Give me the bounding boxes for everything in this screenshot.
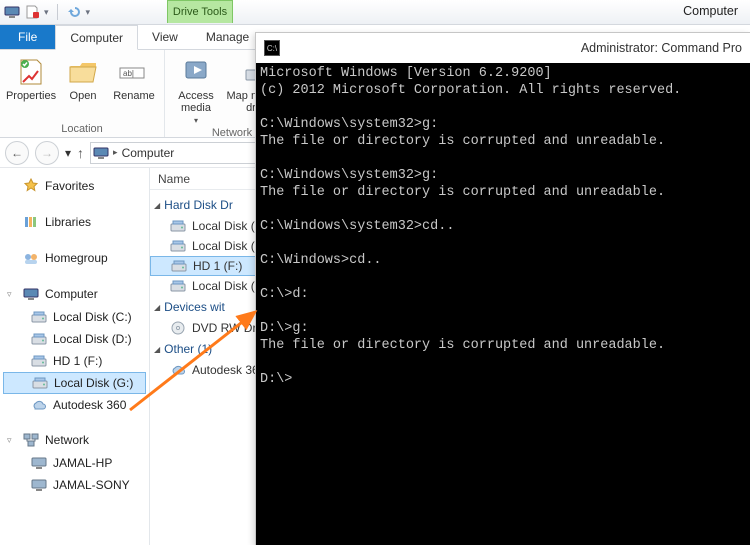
homegroup-icon: [23, 250, 39, 266]
manage-tab[interactable]: Manage: [192, 25, 263, 49]
window-title: Computer: [683, 4, 738, 18]
rename-icon: ab|: [118, 56, 150, 88]
up-button[interactable]: ↑: [77, 145, 84, 161]
network-icon: [23, 432, 39, 448]
drive-icon: [170, 238, 186, 254]
nav-network-item[interactable]: JAMAL-HP: [3, 452, 146, 474]
libraries-icon: [23, 214, 39, 230]
quick-access-toolbar: ▾ ▾ Drive Tools Computer: [0, 0, 750, 25]
computer-tab[interactable]: Computer: [55, 25, 138, 50]
properties-icon: [15, 56, 47, 88]
network-node[interactable]: ▿ Network: [3, 428, 146, 452]
folder-open-icon: [67, 56, 99, 88]
disc-icon: [170, 320, 186, 336]
computer-icon: [93, 145, 109, 161]
drive-icon: [171, 258, 187, 274]
pc-icon: [31, 455, 47, 471]
drive-icon: [170, 278, 186, 294]
nav-drive-item[interactable]: Local Disk (C:): [3, 306, 146, 328]
computer-icon[interactable]: [4, 4, 20, 20]
favorites-node[interactable]: Favorites: [3, 174, 146, 198]
properties-icon[interactable]: [24, 4, 40, 20]
libraries-node[interactable]: Libraries: [3, 210, 146, 234]
command-prompt-output[interactable]: Microsoft Windows [Version 6.2.9200] (c)…: [256, 63, 750, 545]
file-tab[interactable]: File: [0, 25, 55, 49]
back-button[interactable]: ←: [5, 141, 29, 165]
command-prompt-window: C:\ Administrator: Command Pro Microsoft…: [255, 32, 750, 545]
drive-icon: [31, 353, 47, 369]
drive-icon: [170, 218, 186, 234]
drive-icon: [31, 331, 47, 347]
nav-drive-item[interactable]: Local Disk (D:): [3, 328, 146, 350]
svg-text:ab|: ab|: [123, 69, 134, 78]
nav-drive-item[interactable]: Local Disk (G:): [3, 372, 146, 394]
rename-button[interactable]: ab| Rename: [110, 54, 158, 104]
command-prompt-title: Administrator: Command Pro: [288, 41, 742, 55]
nav-drive-item[interactable]: Autodesk 360: [3, 394, 146, 416]
cloud-icon: [170, 362, 186, 378]
homegroup-node[interactable]: Homegroup: [3, 246, 146, 270]
media-icon: [180, 56, 212, 88]
access-media-button[interactable]: Access media▾: [171, 54, 221, 127]
command-prompt-titlebar[interactable]: C:\ Administrator: Command Pro: [256, 33, 750, 63]
nav-network-item[interactable]: JAMAL-SONY: [3, 474, 146, 496]
open-button[interactable]: Open: [58, 54, 108, 104]
undo-icon: [66, 4, 82, 20]
pc-icon: [31, 477, 47, 493]
navigation-pane: Favorites Libraries Homegroup ▿ Computer…: [0, 168, 150, 545]
nav-drive-item[interactable]: HD 1 (F:): [3, 350, 146, 372]
view-tab[interactable]: View: [138, 25, 192, 49]
breadcrumb-location[interactable]: Computer: [122, 146, 175, 160]
forward-button: →: [35, 141, 59, 165]
computer-icon: [23, 286, 39, 302]
computer-node[interactable]: ▿ Computer: [3, 282, 146, 306]
cmd-icon: C:\: [264, 40, 280, 56]
cloud-icon: [31, 397, 47, 413]
ribbon-group-network: Network: [212, 127, 252, 139]
history-dropdown[interactable]: ▾: [65, 146, 71, 160]
qat-menu-icon[interactable]: ▾: [86, 7, 91, 18]
star-icon: [23, 178, 39, 194]
properties-button[interactable]: Properties: [6, 54, 56, 104]
ribbon-group-location: Location: [61, 123, 103, 135]
drive-icon: [31, 309, 47, 325]
drive-tools-contextual-tab[interactable]: Drive Tools: [167, 0, 233, 23]
drive-icon: [32, 375, 48, 391]
dropdown-icon[interactable]: ▾: [44, 7, 49, 18]
